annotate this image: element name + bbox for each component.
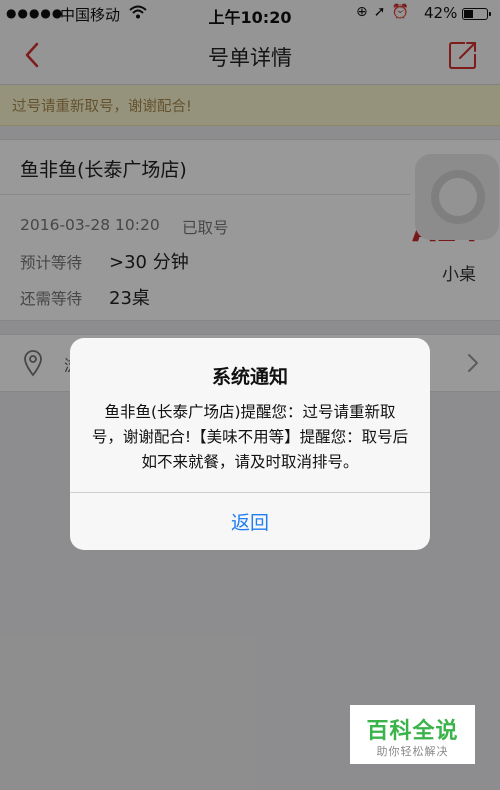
alert-message: 鱼非鱼(长泰广场店)提醒您：过号请重新取号，谢谢配合!【美味不用等】提醒您：取号… [91, 403, 409, 471]
watermark-logo: 百科全说 助你轻松解决 [350, 705, 475, 764]
alert-return-button[interactable]: 返回 [70, 493, 430, 550]
watermark-subtitle: 助你轻松解决 [376, 745, 449, 758]
system-alert-dialog: 系统通知 鱼非鱼(长泰广场店)提醒您：过号请重新取号，谢谢配合!【美味不用等】提… [70, 338, 430, 550]
alert-title: 系统通知 [211, 366, 288, 388]
watermark-title: 百科全说 [366, 719, 459, 744]
